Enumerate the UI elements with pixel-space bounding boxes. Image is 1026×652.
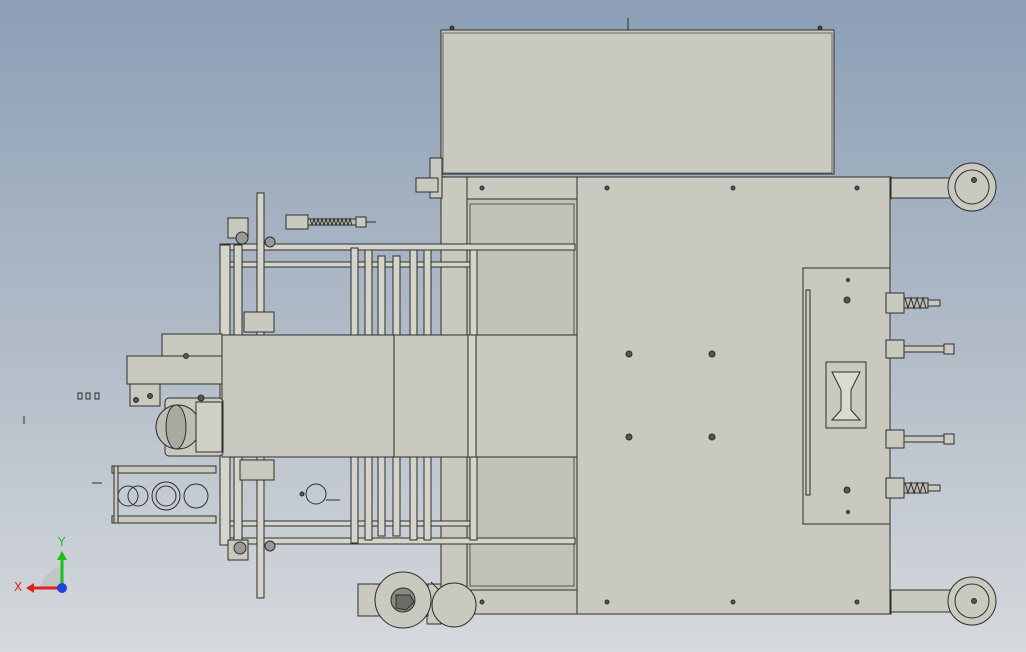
triad-x-label: X — [14, 580, 22, 594]
motor-assembly — [23, 333, 224, 457]
center-belt — [221, 334, 578, 458]
axis-triad: X Y — [14, 535, 67, 594]
spring-bolts — [885, 292, 955, 499]
top-housing — [440, 18, 835, 175]
triad-y-label: Y — [57, 535, 66, 549]
top-adjuster — [227, 214, 376, 248]
triad-z-axis — [57, 583, 67, 593]
cad-viewport[interactable]: X Y — [0, 0, 1026, 652]
control-box — [802, 267, 891, 525]
lower-left-parts — [92, 465, 340, 524]
triad-x-arrow — [26, 583, 34, 593]
right-wheels — [890, 162, 997, 626]
machine-drawing[interactable]: X Y — [0, 0, 1026, 652]
triad-y-arrow — [57, 551, 67, 560]
